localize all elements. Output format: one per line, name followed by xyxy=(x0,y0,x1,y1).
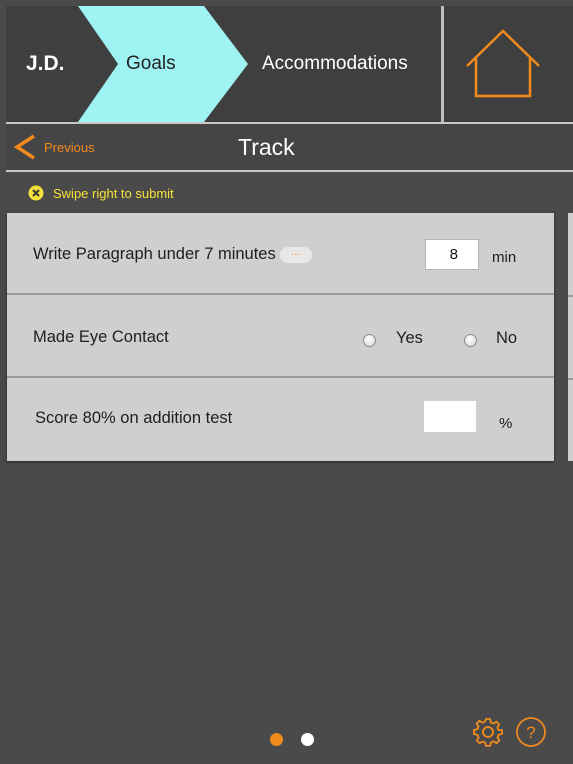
goal-label: Score 80% on addition test xyxy=(35,409,233,427)
track-header: Previous Track xyxy=(6,124,573,170)
yes-label: Yes xyxy=(396,329,423,347)
previous-label: Previous xyxy=(44,139,95,155)
next-panel-edge xyxy=(568,213,573,461)
close-circle-icon xyxy=(28,185,44,201)
gear-icon[interactable] xyxy=(472,716,504,748)
goal-label-text: Write Paragraph under 7 minutes xyxy=(33,245,276,263)
next-panel-divider xyxy=(568,295,573,297)
minutes-input[interactable]: 8 xyxy=(425,239,479,270)
yes-radio[interactable] xyxy=(363,334,376,347)
page-dot[interactable] xyxy=(301,733,314,746)
no-radio[interactable] xyxy=(464,334,477,347)
home-icon[interactable] xyxy=(463,26,543,100)
page-dot-active[interactable] xyxy=(270,733,283,746)
previous-button[interactable]: Previous xyxy=(12,132,95,162)
tab-goals[interactable]: Goals xyxy=(126,6,176,122)
nav-divider xyxy=(441,6,444,122)
page-title: Track xyxy=(238,134,295,160)
no-label: No xyxy=(496,329,518,347)
next-panel-divider xyxy=(568,378,573,380)
goal-row: Made Eye Contact Yes No xyxy=(7,296,554,378)
unit-label: min xyxy=(492,249,517,266)
goal-label: Made Eye Contact xyxy=(33,328,169,346)
track-divider xyxy=(6,170,573,172)
app-frame: J.D. Goals Accommodations Previous Track… xyxy=(0,0,573,764)
goal-label: Write Paragraph under 7 minutes… xyxy=(33,213,312,295)
help-icon[interactable]: ? xyxy=(515,716,547,748)
submit-hint: Swipe right to submit xyxy=(28,182,174,204)
help-glyph: ? xyxy=(526,723,535,742)
unit-label: % xyxy=(499,415,513,432)
goals-list: Write Paragraph under 7 minutes… 8 min M… xyxy=(7,213,554,461)
goal-row: Score 80% on addition test % xyxy=(7,379,554,461)
score-input[interactable] xyxy=(424,401,476,432)
student-initials[interactable]: J.D. xyxy=(26,6,65,122)
tab-accommodations[interactable]: Accommodations xyxy=(262,6,408,122)
submit-hint-text: Swipe right to submit xyxy=(53,185,174,201)
more-options-icon[interactable]: … xyxy=(279,246,312,263)
goal-row: Write Paragraph under 7 minutes… 8 min xyxy=(7,213,554,295)
chevron-left-icon xyxy=(13,134,35,160)
top-navigation: J.D. Goals Accommodations xyxy=(6,6,573,122)
